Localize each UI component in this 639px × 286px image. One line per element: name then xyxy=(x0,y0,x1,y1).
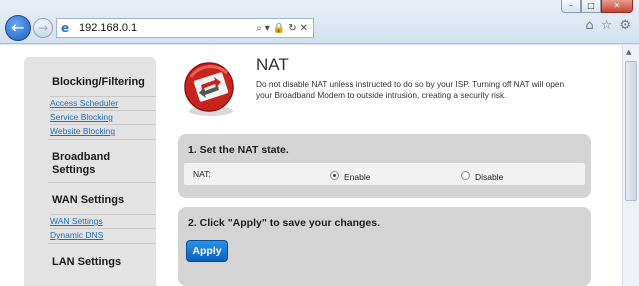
scrollbar-thumb[interactable] xyxy=(625,61,637,201)
sidebar-link-service-blocking[interactable]: Service Blocking xyxy=(50,110,156,124)
lock-icon[interactable]: 🔒 xyxy=(273,23,285,34)
enable-label: Enable xyxy=(344,172,371,182)
address-url[interactable]: 192.168.0.1 xyxy=(79,22,256,34)
nat-setting-row: NAT: Enable Disable xyxy=(184,163,585,185)
vertical-scrollbar[interactable]: ▲ xyxy=(622,45,639,286)
home-icon[interactable]: ⌂ xyxy=(585,18,593,33)
address-tools: ⌕ ▾ 🔒 ↻ ✕ xyxy=(256,23,308,34)
refresh-icon[interactable]: ↻ xyxy=(288,23,296,34)
sidebar-divider xyxy=(48,139,156,140)
scroll-up-icon[interactable]: ▲ xyxy=(626,48,631,56)
radio-selected-icon[interactable] xyxy=(330,170,339,180)
step1-title: 1. Set the NAT state. xyxy=(188,144,289,156)
sidebar: Blocking/Filtering Access Scheduler Serv… xyxy=(24,57,156,286)
sidebar-heading-broadband[interactable]: Broadband Settings xyxy=(24,151,120,177)
page-description: Do not disable NAT unless instructed to … xyxy=(256,79,565,100)
radio-unselected-icon[interactable] xyxy=(461,170,470,180)
minimize-button[interactable]: – xyxy=(561,0,581,13)
settings-icon[interactable]: ⚙ xyxy=(619,18,631,33)
browser-toolbar: – □ ✕ ← → e 192.168.0.1 ⌕ ▾ 🔒 ↻ ✕ ⌂ ☆ ⚙ xyxy=(0,0,639,44)
forward-button[interactable]: → xyxy=(33,18,53,38)
nat-disable-radio[interactable]: Disable xyxy=(461,168,503,182)
sidebar-heading-broadband-line1: Broadband xyxy=(52,151,111,163)
step2-title: 2. Click "Apply" to save your changes. xyxy=(188,217,381,229)
window-controls: – □ ✕ xyxy=(561,0,633,14)
sidebar-heading-blocking[interactable]: Blocking/Filtering xyxy=(24,76,155,88)
sidebar-heading-lan[interactable]: LAN Settings xyxy=(24,256,131,268)
back-button[interactable]: ← xyxy=(5,15,31,41)
sidebar-divider xyxy=(48,182,156,183)
nat-state-panel: 1. Set the NAT state. NAT: Enable Disabl… xyxy=(178,134,591,198)
nat-enable-radio[interactable]: Enable xyxy=(330,168,370,182)
disable-label: Disable xyxy=(475,172,504,182)
stop-icon[interactable]: ✕ xyxy=(300,23,308,34)
nat-icon xyxy=(184,62,234,116)
apply-button[interactable]: Apply xyxy=(186,240,228,262)
sidebar-heading-broadband-line2: Settings xyxy=(52,164,96,176)
browser-tab[interactable] xyxy=(318,16,468,42)
nat-label: NAT: xyxy=(193,169,211,179)
toolbar-icons: ⌂ ☆ ⚙ xyxy=(585,18,631,33)
page-title: NAT xyxy=(256,55,289,74)
close-button[interactable]: ✕ xyxy=(601,0,633,13)
sidebar-divider xyxy=(48,243,156,244)
sidebar-link-access-scheduler[interactable]: Access Scheduler xyxy=(50,96,156,110)
sidebar-link-website-blocking[interactable]: Website Blocking xyxy=(50,124,156,138)
address-bar[interactable]: e 192.168.0.1 ⌕ ▾ 🔒 ↻ ✕ xyxy=(56,18,314,38)
dropdown-icon[interactable]: ▾ xyxy=(265,23,270,34)
maximize-button[interactable]: □ xyxy=(581,0,601,13)
sidebar-heading-wan[interactable]: WAN Settings xyxy=(24,194,134,206)
page-content: Blocking/Filtering Access Scheduler Serv… xyxy=(0,45,622,286)
sidebar-link-wan-settings[interactable]: WAN Settings xyxy=(50,214,156,228)
search-icon[interactable]: ⌕ xyxy=(256,23,262,34)
apply-panel: 2. Click "Apply" to save your changes. A… xyxy=(178,207,591,286)
sidebar-link-dynamic-dns[interactable]: Dynamic DNS xyxy=(50,228,156,242)
ie-icon: e xyxy=(61,21,70,35)
favorites-icon[interactable]: ☆ xyxy=(601,18,613,33)
